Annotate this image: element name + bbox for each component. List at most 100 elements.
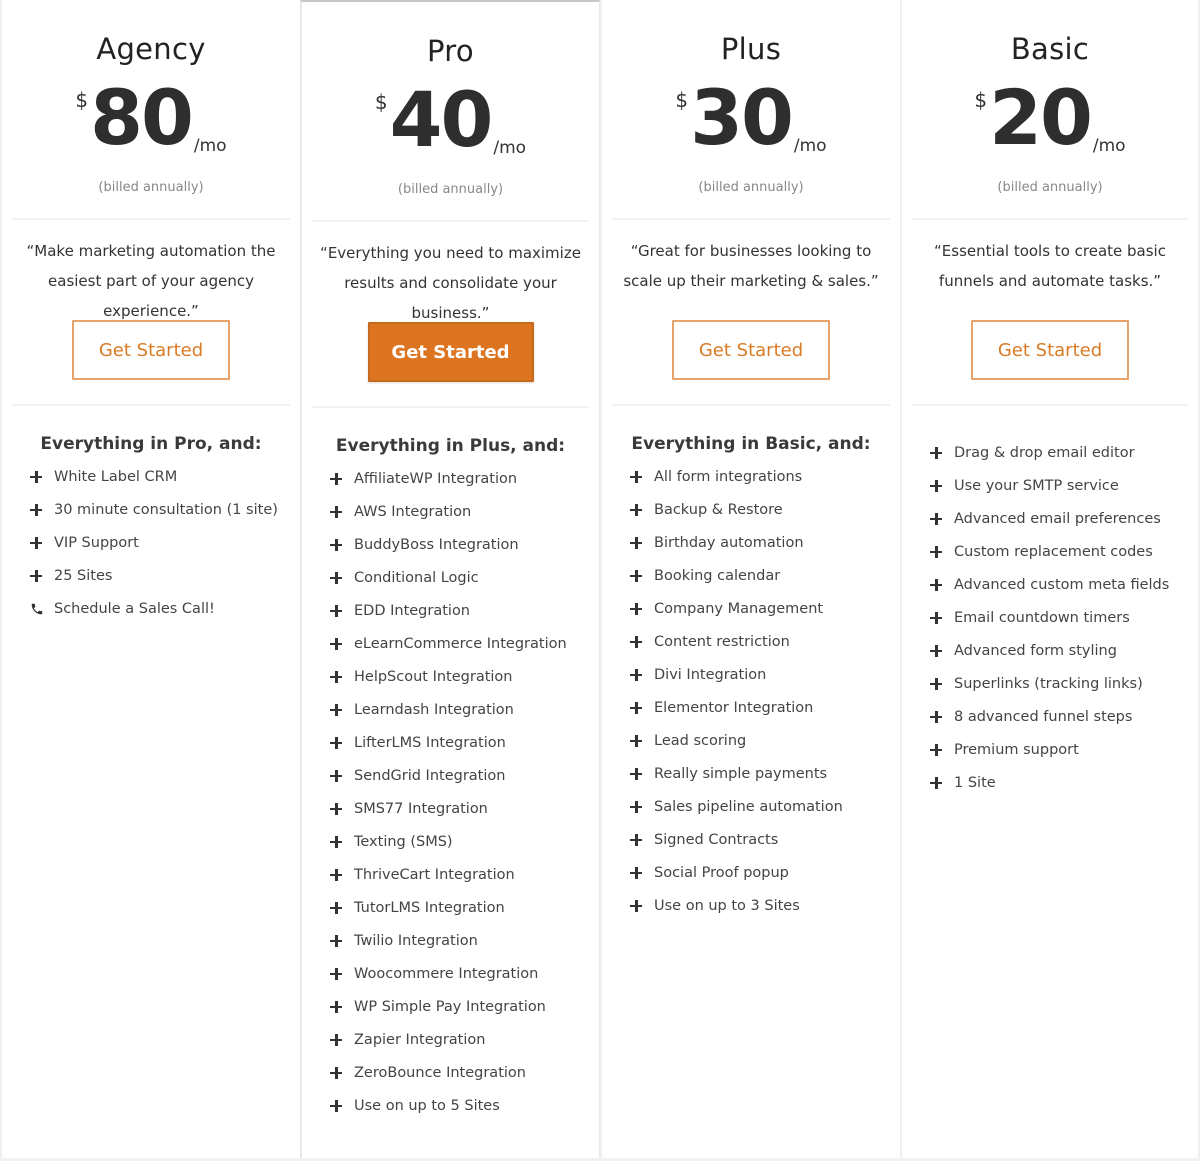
plan-card-agency: Agency $ 80 /mo (billed annually) “Make … (0, 0, 300, 1158)
feature-list: Everything in Basic, and: All form integ… (612, 406, 890, 922)
plan-name: Basic (1010, 32, 1090, 66)
feature-label: BuddyBoss Integration (354, 536, 519, 553)
feature-label: Social Proof popup (654, 864, 789, 881)
feature-label: HelpScout Integration (354, 668, 513, 685)
feature-item: Premium support (930, 733, 1188, 766)
plan-name: Pro (427, 34, 474, 68)
plus-icon (330, 934, 354, 947)
plus-icon (930, 446, 954, 459)
feature-label: WP Simple Pay Integration (354, 998, 546, 1015)
feature-item: Learndash Integration (330, 693, 589, 726)
feature-label: Conditional Logic (354, 569, 479, 586)
price: $ 30 /mo (612, 78, 890, 158)
pricing-table: Agency $ 80 /mo (billed annually) “Make … (0, 0, 1200, 1161)
plan-tagline: “Great for businesses looking to scale u… (623, 242, 879, 290)
price: $ 40 /mo (312, 80, 589, 160)
feature-item: 25 Sites (30, 559, 290, 592)
plus-icon (630, 569, 654, 582)
feature-item: Company Management (630, 592, 890, 625)
plus-icon (630, 503, 654, 516)
feature-item: Superlinks (tracking links) (930, 667, 1188, 700)
currency-symbol: $ (974, 88, 988, 112)
feature-list-title: Everything in Basic, and: (631, 434, 871, 454)
cta-wrapper: Get Started (912, 320, 1188, 404)
feature-item: Advanced email preferences (930, 502, 1188, 535)
plus-icon (330, 505, 354, 518)
plus-icon (330, 604, 354, 617)
feature-label: Email countdown timers (954, 609, 1130, 626)
plus-icon (630, 866, 654, 879)
feature-item: Twilio Integration (330, 924, 589, 957)
plus-icon (930, 677, 954, 690)
feature-label: Custom replacement codes (954, 543, 1153, 560)
feature-item: Signed Contracts (630, 823, 890, 856)
feature-item: Divi Integration (630, 658, 890, 691)
feature-label: VIP Support (54, 534, 139, 551)
feature-label: Zapier Integration (354, 1031, 486, 1048)
price-period: /mo (193, 136, 227, 156)
plus-icon (630, 767, 654, 780)
feature-item: Advanced custom meta fields (930, 568, 1188, 601)
plan-card-pro: Pro $ 40 /mo (billed annually) “Everythi… (300, 0, 600, 1158)
feature-label: EDD Integration (354, 602, 470, 619)
feature-list-title: Everything in Pro, and: (40, 434, 262, 454)
plus-icon (330, 769, 354, 782)
feature-label: Superlinks (tracking links) (954, 675, 1143, 692)
feature-label: TutorLMS Integration (354, 899, 505, 916)
feature-item: Schedule a Sales Call! (30, 592, 290, 625)
feature-label: Really simple payments (654, 765, 828, 782)
get-started-button[interactable]: Get Started (672, 320, 830, 380)
feature-label: Backup & Restore (654, 501, 783, 518)
plan-name: Plus (720, 32, 782, 66)
plus-icon (330, 868, 354, 881)
feature-item: Elementor Integration (630, 691, 890, 724)
feature-item: Really simple payments (630, 757, 890, 790)
plus-icon (330, 1000, 354, 1013)
feature-list: Drag & drop email editor Use your SMTP se… (912, 406, 1188, 799)
feature-item: Conditional Logic (330, 561, 589, 594)
price-amount: 80 (90, 73, 194, 162)
plan-tagline: “Everything you need to maximize results… (320, 244, 581, 322)
feature-item: HelpScout Integration (330, 660, 589, 693)
plus-icon (630, 602, 654, 615)
plus-icon (330, 571, 354, 584)
get-started-button[interactable]: Get Started (72, 320, 230, 380)
feature-item: ThriveCart Integration (330, 858, 589, 891)
plus-icon (330, 538, 354, 551)
feature-label: SendGrid Integration (354, 767, 506, 784)
phone-icon (30, 602, 54, 616)
plus-icon (330, 472, 354, 485)
feature-item: Social Proof popup (630, 856, 890, 889)
feature-item: Birthday automation (630, 526, 890, 559)
billing-note: (billed annually) (397, 182, 504, 197)
feature-label: Divi Integration (654, 666, 767, 683)
feature-label: ZeroBounce Integration (354, 1064, 526, 1081)
price-amount: 30 (690, 73, 794, 162)
plus-icon (330, 835, 354, 848)
feature-label: Content restriction (654, 633, 790, 650)
feature-label: Twilio Integration (354, 932, 478, 949)
billing-note: (billed annually) (997, 180, 1103, 195)
feature-label: eLearnCommerce Integration (354, 635, 567, 652)
feature-item: Use on up to 5 Sites (330, 1089, 589, 1122)
feature-list: Everything in Plus, and: AffiliateWP Int… (312, 408, 589, 1122)
get-started-button[interactable]: Get Started (367, 322, 534, 382)
feature-item: White Label CRM (30, 460, 290, 493)
plus-icon (630, 668, 654, 681)
price-period: /mo (493, 138, 527, 158)
feature-item: ZeroBounce Integration (330, 1056, 589, 1089)
plus-icon (330, 1066, 354, 1079)
plus-icon (330, 670, 354, 683)
get-started-button[interactable]: Get Started (971, 320, 1129, 380)
feature-label: Use on up to 5 Sites (354, 1097, 500, 1114)
feature-label: AWS Integration (354, 503, 472, 520)
feature-label: Use your SMTP service (954, 477, 1119, 494)
feature-label: 1 Site (954, 774, 996, 791)
feature-item: Use on up to 3 Sites (630, 889, 890, 922)
feature-item: TutorLMS Integration (330, 891, 589, 924)
feature-item: Sales pipeline automation (630, 790, 890, 823)
plus-icon (930, 479, 954, 492)
feature-label: 8 advanced funnel steps (954, 708, 1133, 725)
plus-icon (930, 743, 954, 756)
feature-item: Drag & drop email editor (930, 436, 1188, 469)
